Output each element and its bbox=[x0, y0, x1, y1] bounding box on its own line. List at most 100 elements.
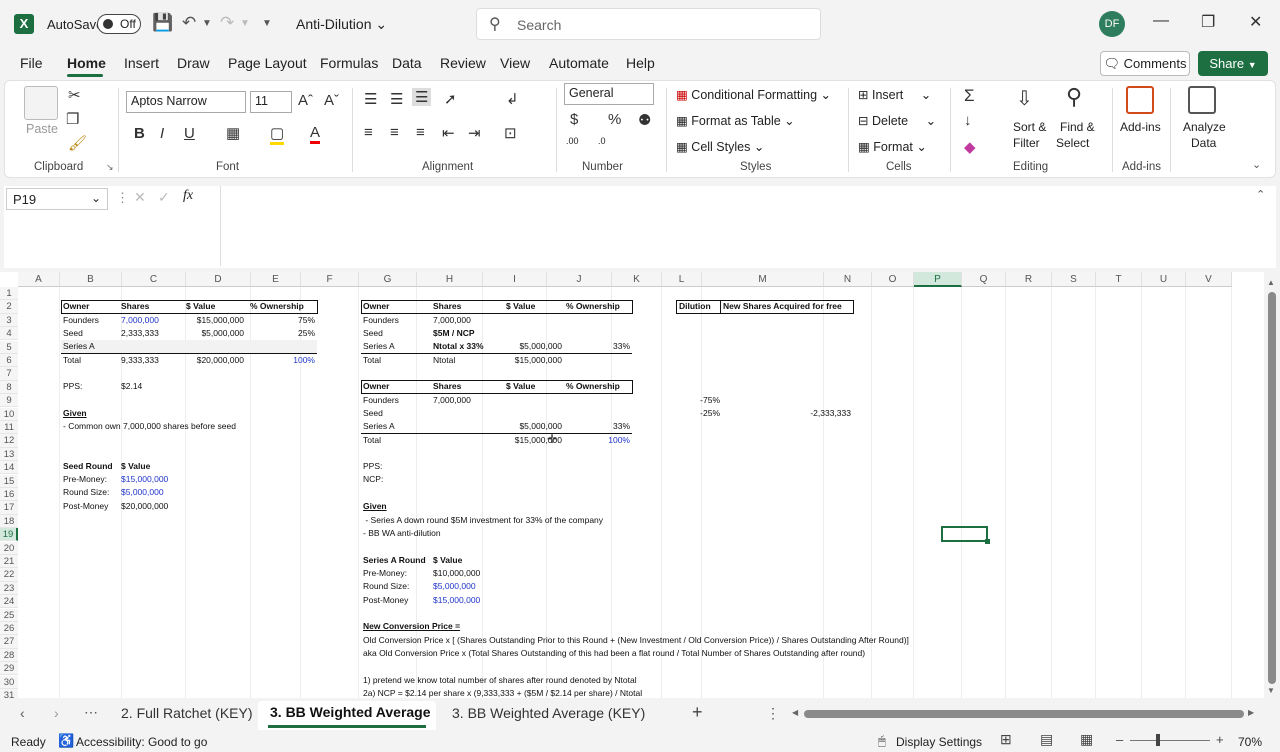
row-header-17[interactable]: 17 bbox=[0, 501, 18, 515]
t1-total-shares[interactable]: 9,333,333 bbox=[121, 354, 159, 367]
accessibility-icon[interactable]: ♿ bbox=[58, 733, 74, 749]
column-header-s[interactable]: S bbox=[1052, 272, 1096, 287]
decrease-decimal-icon[interactable]: .0 bbox=[598, 136, 606, 146]
column-header-v[interactable]: V bbox=[1186, 272, 1232, 287]
cell-styles-button[interactable]: ▦ Cell Styles ⌄ bbox=[676, 139, 764, 154]
row-header-3[interactable]: 3 bbox=[0, 313, 18, 328]
row-header-15[interactable]: 15 bbox=[0, 474, 18, 488]
page-layout-view-icon[interactable]: ▤ bbox=[1040, 731, 1053, 748]
find-select-icon[interactable]: ⚲ bbox=[1066, 84, 1082, 110]
formula-input[interactable] bbox=[220, 186, 1272, 266]
comma-icon[interactable]: ⚉ bbox=[638, 111, 651, 129]
column-header-t[interactable]: T bbox=[1096, 272, 1142, 287]
sa-premoney-value[interactable]: $10,000,000 bbox=[433, 567, 480, 580]
column-header-q[interactable]: Q bbox=[962, 272, 1006, 287]
worksheet-grid[interactable]: ABCDEFGHIJKLMNOPQRSTUV 1 2 3 4 5 6 7 8 9 10 11 12 13… bbox=[0, 272, 1264, 698]
fill-handle[interactable] bbox=[985, 539, 990, 544]
align-top-icon[interactable]: ☰ bbox=[364, 90, 377, 108]
sa-postmoney-label[interactable]: Post-Money bbox=[363, 594, 408, 607]
sheet-tab-bb-weighted-average[interactable]: 3. BB Weighted Average bbox=[270, 704, 431, 720]
zoom-in-icon[interactable]: + bbox=[1216, 732, 1224, 747]
t2-seed[interactable]: Seed bbox=[363, 327, 383, 340]
t1-founders-value[interactable]: $15,000,000 bbox=[186, 314, 244, 327]
dilution-founders[interactable]: -75% bbox=[680, 394, 720, 407]
row-header-30[interactable]: 30 bbox=[0, 675, 18, 689]
row-header-27[interactable]: 27 bbox=[0, 635, 18, 649]
row-header-29[interactable]: 29 bbox=[0, 662, 18, 676]
menu-formulas[interactable]: Formulas bbox=[320, 55, 378, 71]
t1-header-shares[interactable]: Shares bbox=[121, 300, 149, 313]
row-header-13[interactable]: 13 bbox=[0, 447, 18, 462]
column-header-r[interactable]: R bbox=[1006, 272, 1052, 287]
comments-button[interactable]: 🗨 Comments bbox=[1100, 51, 1190, 76]
confirm-entry-icon[interactable]: ✓ bbox=[158, 189, 170, 206]
row-header-25[interactable]: 25 bbox=[0, 608, 18, 622]
t1-seed[interactable]: Seed bbox=[63, 327, 83, 340]
increase-font-icon[interactable]: Aˆ bbox=[298, 92, 313, 109]
add-sheet-button[interactable]: + bbox=[692, 702, 703, 723]
align-middle-icon[interactable]: ☰ bbox=[390, 90, 403, 108]
collapse-formula-bar-icon[interactable]: ⌃ bbox=[1256, 188, 1265, 201]
sa-roundsize-value[interactable]: $5,000,000 bbox=[433, 580, 476, 593]
format-painter-icon[interactable]: 🖌 bbox=[68, 134, 87, 152]
menu-review[interactable]: Review bbox=[440, 55, 486, 71]
decrease-indent-icon[interactable]: ⇤ bbox=[442, 124, 455, 142]
seed-round-header[interactable]: Seed Round bbox=[63, 460, 113, 473]
given-title[interactable]: Given bbox=[63, 407, 87, 420]
menu-draw[interactable]: Draw bbox=[177, 55, 210, 71]
menu-data[interactable]: Data bbox=[392, 55, 422, 71]
seed-postmoney-label[interactable]: Post-Money bbox=[63, 500, 108, 513]
t2-series-a[interactable]: Series A bbox=[363, 340, 395, 353]
search-box[interactable]: ⚲ Search bbox=[476, 8, 821, 40]
row-header-19[interactable]: 19 bbox=[0, 528, 18, 542]
format-cells-button[interactable]: ▦ Format ⌄ bbox=[858, 139, 927, 154]
column-header-f[interactable]: F bbox=[301, 272, 359, 287]
scroll-up-icon[interactable]: ▲ bbox=[1267, 278, 1275, 287]
share-button[interactable]: Share ▼ bbox=[1198, 51, 1268, 76]
sa-premoney-label[interactable]: Pre-Money: bbox=[363, 567, 407, 580]
seed-premoney-value[interactable]: $15,000,000 bbox=[121, 473, 168, 486]
sa-postmoney-value[interactable]: $15,000,000 bbox=[433, 594, 480, 607]
column-header-p[interactable]: P bbox=[914, 272, 962, 287]
seed-premoney-label[interactable]: Pre-Money: bbox=[63, 473, 107, 486]
ncp-line-4[interactable]: 1) pretend we know total number of share… bbox=[363, 674, 637, 687]
seed-roundsize-label[interactable]: Round Size: bbox=[63, 486, 109, 499]
t3-seed[interactable]: Seed bbox=[363, 407, 383, 420]
column-header-l[interactable]: L bbox=[662, 272, 702, 287]
font-name-select[interactable]: Aptos Narrow bbox=[126, 91, 246, 113]
column-header-k[interactable]: K bbox=[612, 272, 662, 287]
find-select-label-2[interactable]: Select bbox=[1056, 136, 1089, 150]
insert-cells-button[interactable]: ⊞ Insert ⌄ bbox=[858, 87, 931, 102]
redo-dropdown-icon[interactable]: ▼ bbox=[240, 18, 250, 29]
column-header-m[interactable]: M bbox=[702, 272, 824, 287]
t2-seed-shares[interactable]: $5M / NCP bbox=[433, 327, 475, 340]
display-settings-button[interactable]: Display Settings bbox=[896, 735, 982, 749]
undo-dropdown-icon[interactable]: ▼ bbox=[202, 18, 212, 29]
t1-total-pct[interactable]: 100% bbox=[250, 354, 315, 367]
t2-header-owner[interactable]: Owner bbox=[363, 300, 389, 313]
dilution-seed[interactable]: -25% bbox=[680, 407, 720, 420]
undo-icon[interactable]: ↶ bbox=[182, 13, 196, 33]
paste-icon[interactable] bbox=[24, 86, 58, 120]
analyze-data-label-1[interactable]: Analyze bbox=[1183, 120, 1226, 134]
t2-total-shares[interactable]: Ntotal bbox=[433, 354, 455, 367]
t2-founders[interactable]: Founders bbox=[363, 314, 399, 327]
column-header-b[interactable]: B bbox=[60, 272, 122, 287]
zoom-out-icon[interactable]: – bbox=[1116, 732, 1123, 747]
ncp-line-5[interactable]: 2a) NCP = $2.14 per share x (9,333,333 +… bbox=[363, 687, 642, 698]
selected-cell[interactable] bbox=[941, 526, 988, 542]
t1-total-value[interactable]: $20,000,000 bbox=[186, 354, 244, 367]
sort-filter-icon[interactable]: ⇩ bbox=[1016, 86, 1033, 111]
menu-page-layout[interactable]: Page Layout bbox=[228, 55, 307, 71]
t2-total[interactable]: Total bbox=[363, 354, 381, 367]
column-header-h[interactable]: H bbox=[417, 272, 483, 287]
fill-icon[interactable]: ↓ bbox=[964, 112, 972, 129]
italic-button[interactable]: I bbox=[160, 125, 164, 142]
t3-header-ownership[interactable]: % Ownership bbox=[566, 380, 620, 393]
horizontal-scroll-thumb[interactable] bbox=[804, 710, 1244, 718]
currency-icon[interactable]: $ bbox=[570, 111, 578, 128]
vertical-scrollbar[interactable]: ▲ ▼ bbox=[1264, 272, 1280, 698]
t1-seed-value[interactable]: $5,000,000 bbox=[186, 327, 244, 340]
conditional-formatting-button[interactable]: ▦ Conditional Formatting ⌄ bbox=[676, 87, 831, 102]
add-ins-icon[interactable] bbox=[1126, 86, 1154, 114]
